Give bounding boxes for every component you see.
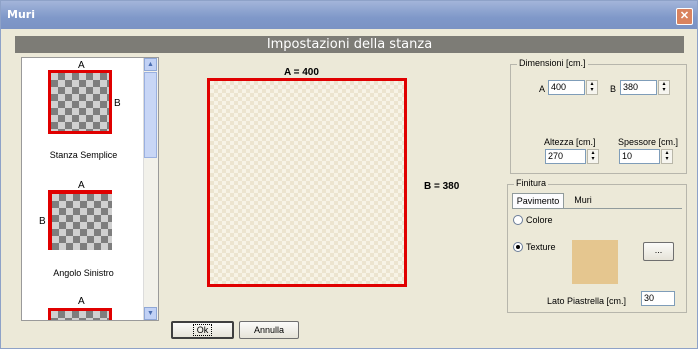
a-label: A — [539, 84, 546, 94]
annulla-button[interactable]: Annulla — [239, 321, 299, 339]
spin-arrows-icon[interactable]: ▴ ▾ — [586, 80, 598, 95]
room-thumbnail-left-corner — [48, 190, 112, 250]
a-stepper[interactable]: 400 ▴ ▾ — [548, 80, 598, 95]
room-thumbnail-partial — [48, 308, 112, 320]
lato-piastrella-label: Lato Piastrella [cm.] — [547, 296, 627, 306]
texture-preview — [572, 240, 618, 284]
browse-texture-button[interactable]: ... — [643, 242, 674, 261]
texture-label: Texture — [526, 242, 556, 252]
close-icon[interactable]: ✕ — [676, 8, 693, 25]
dimension-b-label: B = 380 — [424, 181, 460, 192]
colore-label: Colore — [526, 215, 553, 225]
section-header: Impostazioni della stanza — [15, 36, 684, 53]
room-shape-list[interactable]: A B Stanza Semplice A B Angolo Sinistro … — [21, 57, 159, 321]
ok-label: Ok — [192, 324, 213, 336]
room-preview — [207, 78, 407, 287]
altezza-label: Altezza [cm.] — [544, 137, 596, 147]
title-bar[interactable]: Muri ✕ — [1, 1, 697, 29]
spessore-label: Spessore [cm.] — [618, 137, 679, 147]
spin-arrows-icon[interactable]: ▴ ▾ — [658, 80, 670, 95]
room-letter-a: A — [78, 296, 85, 307]
lato-piastrella-input[interactable]: 30 — [641, 291, 675, 306]
tab-underline — [512, 208, 682, 209]
room-letter-b: B — [114, 98, 121, 109]
group-title: Finitura — [514, 178, 549, 188]
window-title: Muri — [7, 8, 35, 21]
tab-muri[interactable]: Muri — [564, 193, 602, 207]
radio-colore[interactable] — [513, 215, 523, 225]
b-input[interactable]: 380 — [620, 80, 657, 95]
spin-arrows-icon[interactable]: ▴ ▾ — [587, 149, 599, 164]
scroll-thumb[interactable] — [144, 72, 157, 158]
group-title: Dimensioni [cm.] — [517, 58, 588, 68]
b-stepper[interactable]: 380 ▴ ▾ — [620, 80, 670, 95]
room-letter-b: B — [39, 216, 46, 227]
b-label: B — [610, 84, 617, 94]
tab-pavimento[interactable]: Pavimento — [512, 193, 564, 208]
list-scrollbar[interactable]: ▲ ▼ — [143, 58, 158, 320]
list-item-stanza-semplice[interactable]: A B Stanza Semplice — [22, 58, 145, 168]
scroll-up-icon[interactable]: ▲ — [144, 58, 157, 71]
list-item-partial[interactable]: A — [22, 294, 145, 320]
spessore-stepper[interactable]: 10 ▴ ▾ — [619, 149, 673, 164]
list-item-label: Stanza Semplice — [49, 150, 118, 160]
altezza-input[interactable]: 270 — [545, 149, 586, 164]
spin-arrows-icon[interactable]: ▴ ▾ — [661, 149, 673, 164]
list-item-angolo-sinistro[interactable]: A B Angolo Sinistro — [22, 178, 145, 288]
radio-texture[interactable] — [513, 242, 523, 252]
a-input[interactable]: 400 — [548, 80, 585, 95]
altezza-stepper[interactable]: 270 ▴ ▾ — [545, 149, 599, 164]
dimension-a-label: A = 400 — [284, 67, 319, 78]
room-thumbnail-simple — [48, 70, 112, 134]
list-item-label: Angolo Sinistro — [53, 268, 114, 278]
scroll-down-icon[interactable]: ▼ — [144, 307, 157, 320]
dialog-window: Muri ✕ Impostazioni della stanza A B Sta… — [0, 0, 698, 349]
spessore-input[interactable]: 10 — [619, 149, 660, 164]
ok-button[interactable]: Ok — [171, 321, 234, 339]
